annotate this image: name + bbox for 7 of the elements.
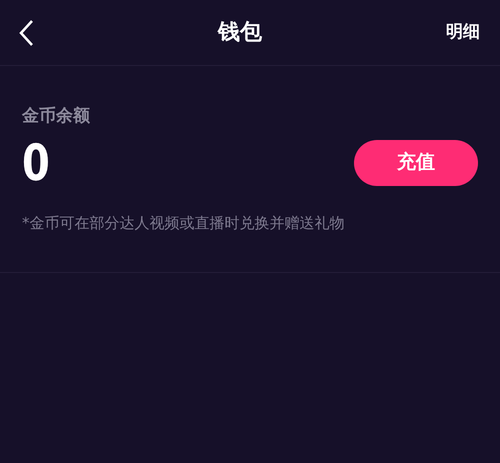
balance-label: 金币余额 [22, 105, 91, 128]
page-title: 钱包 [218, 19, 262, 47]
recharge-button[interactable]: 充值 [354, 140, 478, 186]
back-icon[interactable] [18, 18, 34, 46]
coin-note: *金币可在部分达人视频或直播时兑换并赠送礼物 [0, 212, 500, 273]
details-link[interactable]: 明细 [446, 20, 480, 46]
balance-amount: 0 [22, 138, 50, 188]
